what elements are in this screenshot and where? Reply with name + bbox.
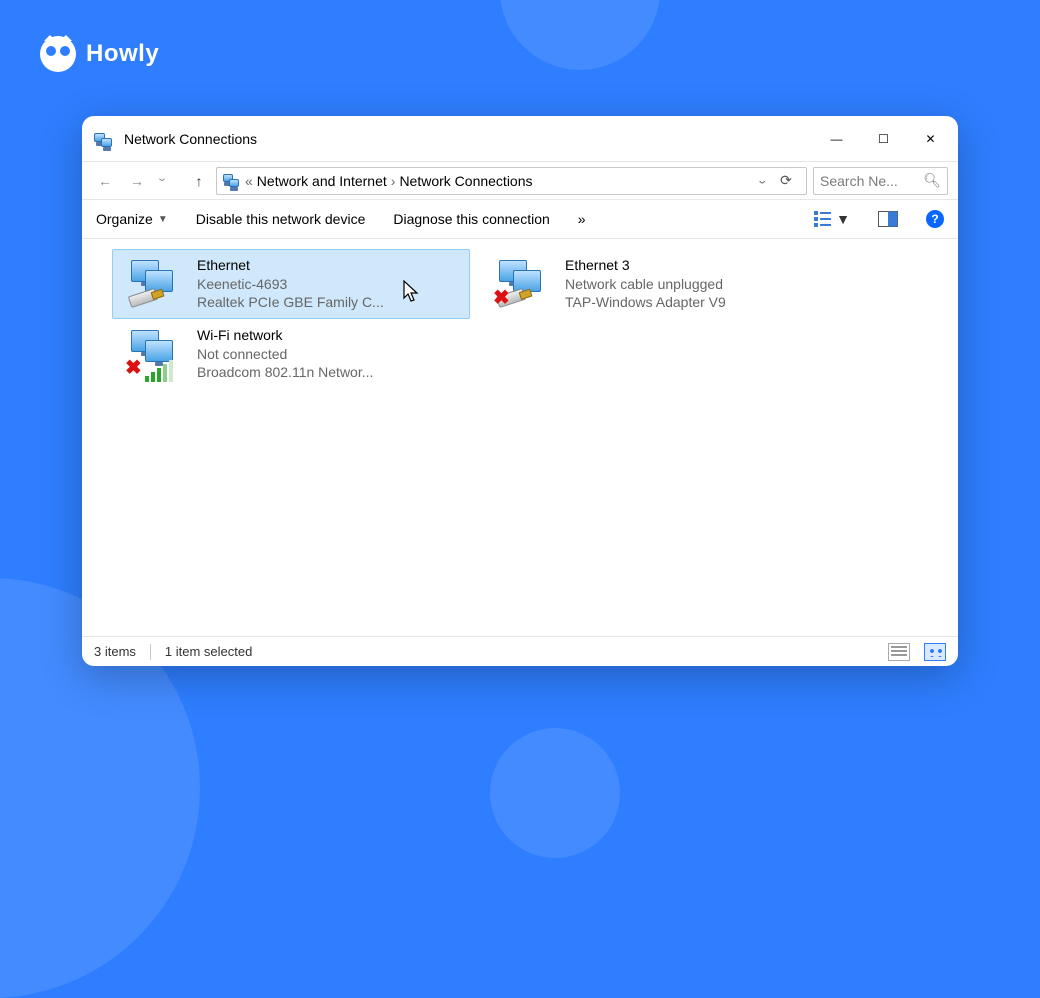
adapter-icon: ✖ [127,330,183,378]
recent-locations-button[interactable]: ⌄ [156,171,182,189]
help-button[interactable]: ? [926,210,944,228]
refresh-button[interactable]: ⟳ [772,168,800,194]
window-icon [94,129,114,149]
item-name: Ethernet 3 [565,256,726,275]
more-commands-button[interactable]: » [578,211,586,227]
adapter-icon [127,260,183,308]
item-status: Not connected [197,345,373,364]
change-view-button[interactable]: ▼ [814,211,850,227]
search-input[interactable]: Search Ne... 🔍︎ [813,167,948,195]
preview-pane-button[interactable] [878,211,898,227]
brand-name: Howly [86,40,159,68]
up-button[interactable]: ↑ [188,168,210,194]
network-item-ethernet[interactable]: Ethernet Keenetic-4693 Realtek PCIe GBE … [112,249,470,319]
minimize-button[interactable]: — [813,116,860,161]
explorer-window: Network Connections — ☐ ✕ ← → ⌄ ↑ « Netw… [82,116,958,666]
network-item-ethernet3[interactable]: ✖ Ethernet 3 Network cable unplugged TAP… [480,249,838,319]
items-pane[interactable]: Ethernet Keenetic-4693 Realtek PCIe GBE … [82,239,958,636]
item-device: TAP-Windows Adapter V9 [565,293,726,312]
forward-button[interactable]: → [124,168,150,194]
organize-menu[interactable]: Organize▼ [96,211,168,227]
search-placeholder: Search Ne... [820,173,898,189]
item-status: Network cable unplugged [565,275,726,294]
bg-bump [500,0,660,70]
back-button[interactable]: ← [92,168,118,194]
network-item-wifi[interactable]: ✖ Wi-Fi network Not connected Broadcom 8… [112,319,470,389]
wifi-signal-icon [145,360,173,382]
command-bar: Organize▼ Disable this network device Di… [82,199,958,239]
address-bar-row: ← → ⌄ ↑ « Network and Internet › Network… [82,161,958,199]
diagnose-button[interactable]: Diagnose this connection [393,211,549,227]
status-bar: 3 items 1 item selected [82,636,958,666]
item-count: 3 items [94,644,136,659]
maximize-button[interactable]: ☐ [860,116,907,161]
item-status: Keenetic-4693 [197,275,384,294]
window-title: Network Connections [124,131,257,147]
close-button[interactable]: ✕ [907,116,954,161]
path-prefix: « [245,173,253,189]
icons-view-button[interactable] [924,643,946,661]
bg-bump [490,728,620,858]
title-bar[interactable]: Network Connections — ☐ ✕ [82,116,958,161]
cursor-icon [403,280,421,304]
search-icon: 🔍︎ [923,172,941,189]
item-name: Ethernet [197,256,384,275]
brand-logo: Howly [40,36,159,72]
disable-device-button[interactable]: Disable this network device [196,211,366,227]
breadcrumb-separator: › [391,173,396,189]
item-device: Broadcom 802.11n Networ... [197,363,373,382]
selection-count: 1 item selected [165,644,252,659]
details-view-button[interactable] [888,643,910,661]
item-name: Wi-Fi network [197,326,373,345]
path-icon [223,172,241,190]
breadcrumb-segment[interactable]: Network and Internet [257,173,387,189]
breadcrumb-segment[interactable]: Network Connections [399,173,532,189]
error-x-icon: ✖ [493,290,511,308]
error-x-icon: ✖ [125,360,143,378]
address-bar[interactable]: « Network and Internet › Network Connect… [216,167,807,195]
item-device: Realtek PCIe GBE Family C... [197,293,384,312]
adapter-icon: ✖ [495,260,551,308]
status-separator [150,644,151,660]
owl-icon [40,36,76,72]
path-dropdown-icon[interactable]: ⌄ [756,175,768,187]
